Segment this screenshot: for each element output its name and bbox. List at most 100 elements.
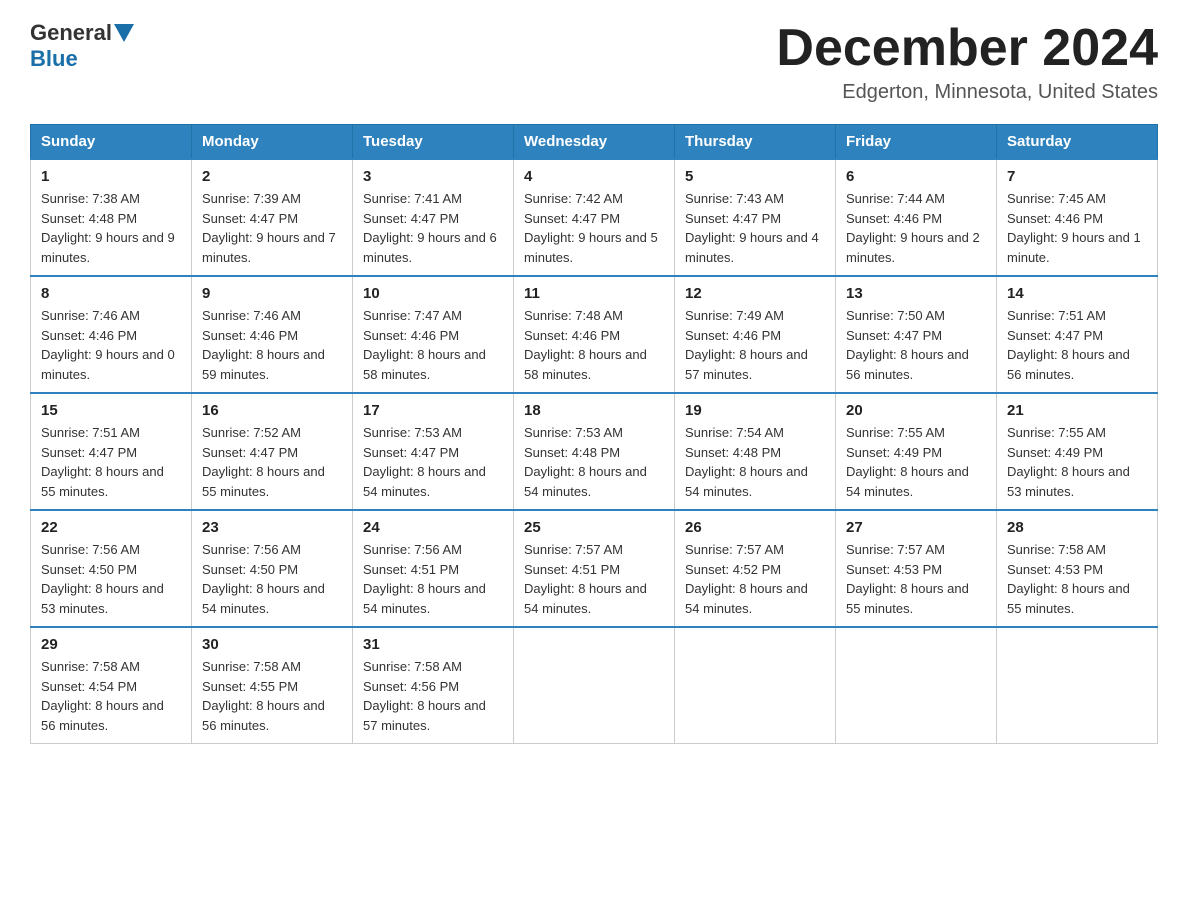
- calendar-table: Sunday Monday Tuesday Wednesday Thursday…: [30, 124, 1158, 744]
- calendar-cell: 22 Sunrise: 7:56 AMSunset: 4:50 PMDaylig…: [31, 510, 192, 627]
- day-info: Sunrise: 7:49 AMSunset: 4:46 PMDaylight:…: [685, 308, 808, 382]
- day-number: 2: [202, 168, 342, 185]
- day-number: 21: [1007, 402, 1147, 419]
- day-info: Sunrise: 7:56 AMSunset: 4:50 PMDaylight:…: [202, 542, 325, 616]
- calendar-cell: 1 Sunrise: 7:38 AMSunset: 4:48 PMDayligh…: [31, 159, 192, 276]
- title-area: December 2024 Edgerton, Minnesota, Unite…: [776, 20, 1158, 104]
- calendar-cell: 23 Sunrise: 7:56 AMSunset: 4:50 PMDaylig…: [192, 510, 353, 627]
- day-number: 23: [202, 519, 342, 536]
- calendar-cell: 14 Sunrise: 7:51 AMSunset: 4:47 PMDaylig…: [997, 276, 1158, 393]
- day-info: Sunrise: 7:57 AMSunset: 4:51 PMDaylight:…: [524, 542, 647, 616]
- day-info: Sunrise: 7:46 AMSunset: 4:46 PMDaylight:…: [202, 308, 325, 382]
- day-number: 29: [41, 636, 181, 653]
- calendar-cell: [514, 627, 675, 744]
- header-monday: Monday: [192, 125, 353, 160]
- day-number: 13: [846, 285, 986, 302]
- day-info: Sunrise: 7:58 AMSunset: 4:53 PMDaylight:…: [1007, 542, 1130, 616]
- calendar-cell: 31 Sunrise: 7:58 AMSunset: 4:56 PMDaylig…: [353, 627, 514, 744]
- day-number: 25: [524, 519, 664, 536]
- calendar-cell: 17 Sunrise: 7:53 AMSunset: 4:47 PMDaylig…: [353, 393, 514, 510]
- weekday-header-row: Sunday Monday Tuesday Wednesday Thursday…: [31, 125, 1158, 160]
- day-info: Sunrise: 7:52 AMSunset: 4:47 PMDaylight:…: [202, 425, 325, 499]
- header-saturday: Saturday: [997, 125, 1158, 160]
- week-row-1: 1 Sunrise: 7:38 AMSunset: 4:48 PMDayligh…: [31, 159, 1158, 276]
- day-number: 20: [846, 402, 986, 419]
- day-number: 7: [1007, 168, 1147, 185]
- day-number: 27: [846, 519, 986, 536]
- calendar-cell: 25 Sunrise: 7:57 AMSunset: 4:51 PMDaylig…: [514, 510, 675, 627]
- page-header: General Blue December 2024 Edgerton, Min…: [30, 20, 1158, 104]
- calendar-cell: 4 Sunrise: 7:42 AMSunset: 4:47 PMDayligh…: [514, 159, 675, 276]
- calendar-cell: [836, 627, 997, 744]
- day-number: 26: [685, 519, 825, 536]
- day-info: Sunrise: 7:53 AMSunset: 4:47 PMDaylight:…: [363, 425, 486, 499]
- day-info: Sunrise: 7:43 AMSunset: 4:47 PMDaylight:…: [685, 191, 819, 265]
- day-info: Sunrise: 7:51 AMSunset: 4:47 PMDaylight:…: [41, 425, 164, 499]
- calendar-cell: 15 Sunrise: 7:51 AMSunset: 4:47 PMDaylig…: [31, 393, 192, 510]
- calendar-cell: 29 Sunrise: 7:58 AMSunset: 4:54 PMDaylig…: [31, 627, 192, 744]
- calendar-cell: 2 Sunrise: 7:39 AMSunset: 4:47 PMDayligh…: [192, 159, 353, 276]
- day-number: 1: [41, 168, 181, 185]
- day-info: Sunrise: 7:48 AMSunset: 4:46 PMDaylight:…: [524, 308, 647, 382]
- day-number: 31: [363, 636, 503, 653]
- week-row-5: 29 Sunrise: 7:58 AMSunset: 4:54 PMDaylig…: [31, 627, 1158, 744]
- day-number: 15: [41, 402, 181, 419]
- calendar-cell: 8 Sunrise: 7:46 AMSunset: 4:46 PMDayligh…: [31, 276, 192, 393]
- calendar-cell: 11 Sunrise: 7:48 AMSunset: 4:46 PMDaylig…: [514, 276, 675, 393]
- day-info: Sunrise: 7:39 AMSunset: 4:47 PMDaylight:…: [202, 191, 336, 265]
- header-friday: Friday: [836, 125, 997, 160]
- logo-arrow-icon: [114, 24, 134, 42]
- week-row-3: 15 Sunrise: 7:51 AMSunset: 4:47 PMDaylig…: [31, 393, 1158, 510]
- day-info: Sunrise: 7:44 AMSunset: 4:46 PMDaylight:…: [846, 191, 980, 265]
- calendar-cell: 19 Sunrise: 7:54 AMSunset: 4:48 PMDaylig…: [675, 393, 836, 510]
- calendar-cell: 5 Sunrise: 7:43 AMSunset: 4:47 PMDayligh…: [675, 159, 836, 276]
- day-number: 16: [202, 402, 342, 419]
- calendar-cell: 16 Sunrise: 7:52 AMSunset: 4:47 PMDaylig…: [192, 393, 353, 510]
- header-thursday: Thursday: [675, 125, 836, 160]
- header-wednesday: Wednesday: [514, 125, 675, 160]
- day-number: 17: [363, 402, 503, 419]
- calendar-cell: 7 Sunrise: 7:45 AMSunset: 4:46 PMDayligh…: [997, 159, 1158, 276]
- day-number: 9: [202, 285, 342, 302]
- calendar-cell: 12 Sunrise: 7:49 AMSunset: 4:46 PMDaylig…: [675, 276, 836, 393]
- calendar-cell: 30 Sunrise: 7:58 AMSunset: 4:55 PMDaylig…: [192, 627, 353, 744]
- day-info: Sunrise: 7:51 AMSunset: 4:47 PMDaylight:…: [1007, 308, 1130, 382]
- day-number: 8: [41, 285, 181, 302]
- header-sunday: Sunday: [31, 125, 192, 160]
- logo-area: General Blue: [30, 20, 136, 72]
- day-info: Sunrise: 7:38 AMSunset: 4:48 PMDaylight:…: [41, 191, 175, 265]
- week-row-4: 22 Sunrise: 7:56 AMSunset: 4:50 PMDaylig…: [31, 510, 1158, 627]
- day-number: 28: [1007, 519, 1147, 536]
- day-info: Sunrise: 7:55 AMSunset: 4:49 PMDaylight:…: [1007, 425, 1130, 499]
- calendar-cell: [997, 627, 1158, 744]
- day-number: 12: [685, 285, 825, 302]
- day-number: 18: [524, 402, 664, 419]
- calendar-cell: 13 Sunrise: 7:50 AMSunset: 4:47 PMDaylig…: [836, 276, 997, 393]
- calendar-cell: 20 Sunrise: 7:55 AMSunset: 4:49 PMDaylig…: [836, 393, 997, 510]
- day-number: 6: [846, 168, 986, 185]
- day-info: Sunrise: 7:56 AMSunset: 4:50 PMDaylight:…: [41, 542, 164, 616]
- day-number: 4: [524, 168, 664, 185]
- logo-general-text: General: [30, 20, 112, 46]
- header-tuesday: Tuesday: [353, 125, 514, 160]
- day-number: 5: [685, 168, 825, 185]
- day-info: Sunrise: 7:57 AMSunset: 4:53 PMDaylight:…: [846, 542, 969, 616]
- month-title: December 2024: [776, 20, 1158, 77]
- day-info: Sunrise: 7:57 AMSunset: 4:52 PMDaylight:…: [685, 542, 808, 616]
- calendar-cell: [675, 627, 836, 744]
- calendar-cell: 18 Sunrise: 7:53 AMSunset: 4:48 PMDaylig…: [514, 393, 675, 510]
- day-info: Sunrise: 7:53 AMSunset: 4:48 PMDaylight:…: [524, 425, 647, 499]
- day-info: Sunrise: 7:55 AMSunset: 4:49 PMDaylight:…: [846, 425, 969, 499]
- day-info: Sunrise: 7:54 AMSunset: 4:48 PMDaylight:…: [685, 425, 808, 499]
- day-info: Sunrise: 7:41 AMSunset: 4:47 PMDaylight:…: [363, 191, 497, 265]
- day-info: Sunrise: 7:58 AMSunset: 4:56 PMDaylight:…: [363, 659, 486, 733]
- calendar-cell: 27 Sunrise: 7:57 AMSunset: 4:53 PMDaylig…: [836, 510, 997, 627]
- day-number: 30: [202, 636, 342, 653]
- calendar-cell: 26 Sunrise: 7:57 AMSunset: 4:52 PMDaylig…: [675, 510, 836, 627]
- day-number: 22: [41, 519, 181, 536]
- day-info: Sunrise: 7:58 AMSunset: 4:54 PMDaylight:…: [41, 659, 164, 733]
- day-info: Sunrise: 7:45 AMSunset: 4:46 PMDaylight:…: [1007, 191, 1141, 265]
- calendar-cell: 21 Sunrise: 7:55 AMSunset: 4:49 PMDaylig…: [997, 393, 1158, 510]
- day-number: 11: [524, 285, 664, 302]
- day-number: 19: [685, 402, 825, 419]
